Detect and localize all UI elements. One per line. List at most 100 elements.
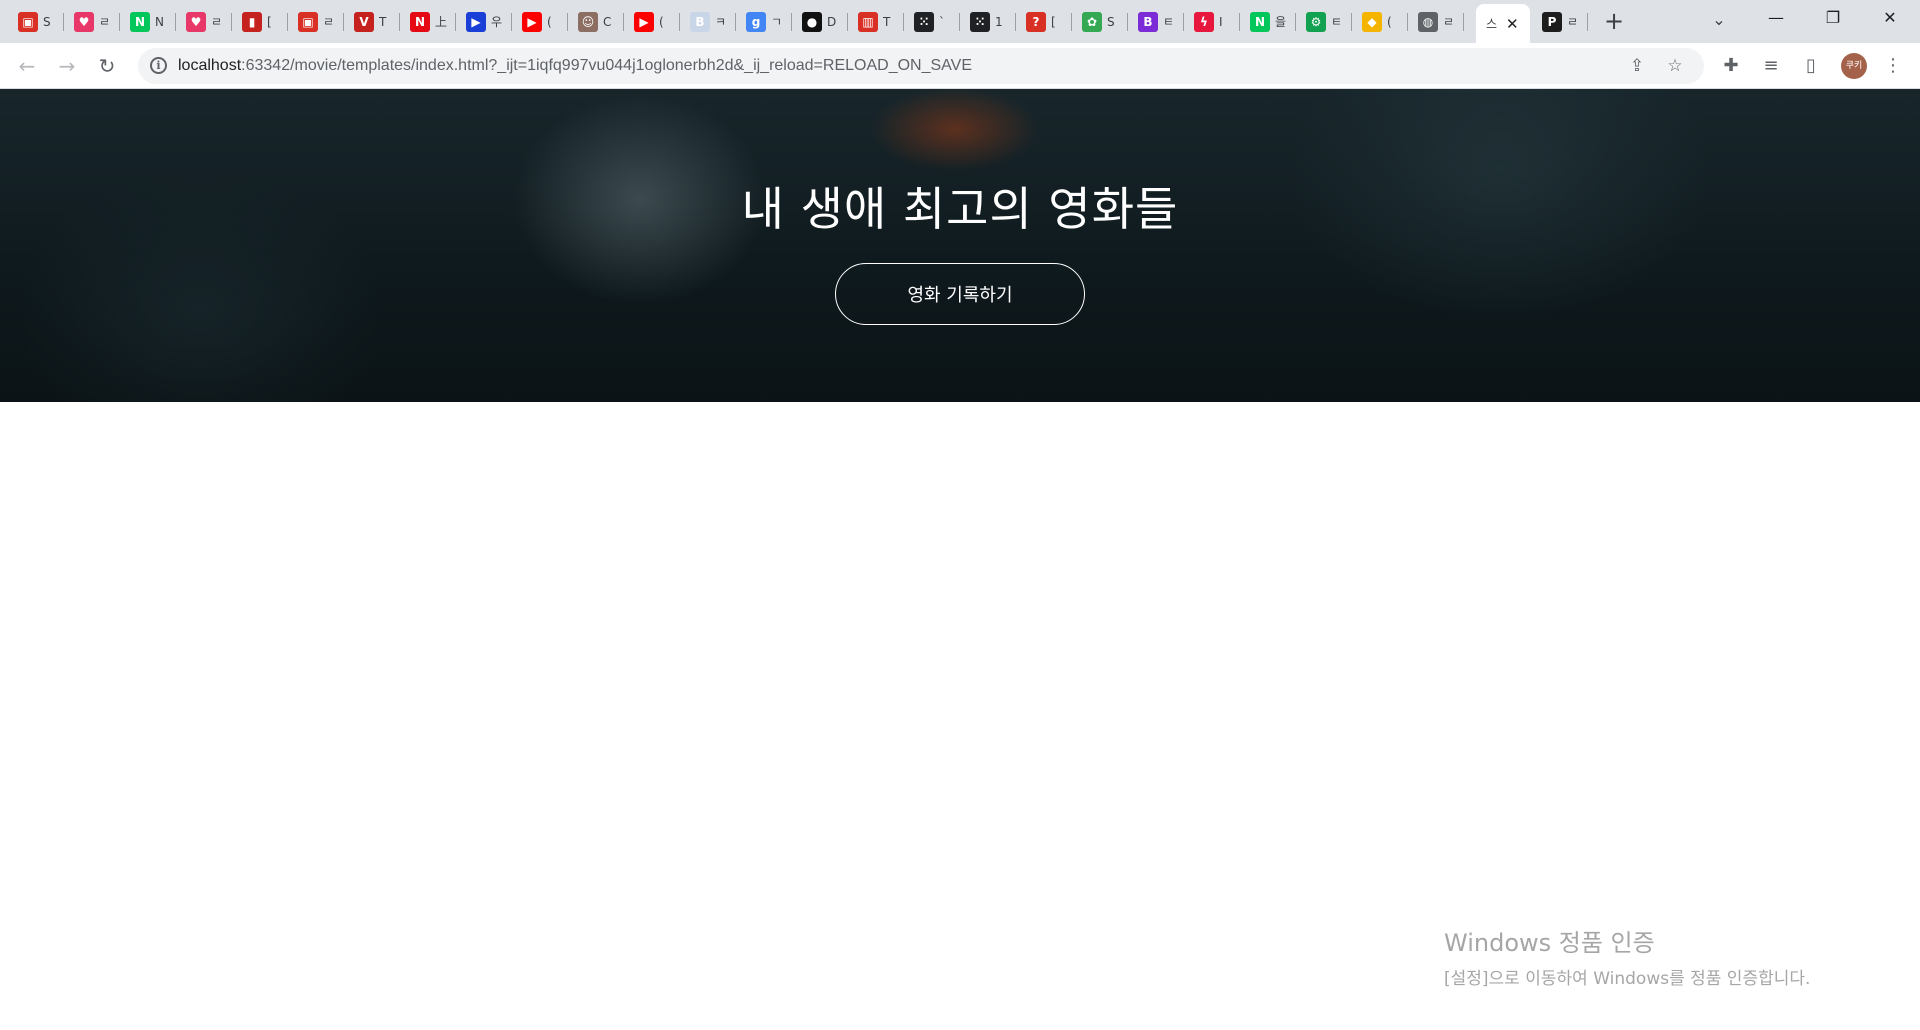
g-logo-icon: g (746, 11, 766, 32)
side-panel-icon[interactable]: ▯ (1798, 53, 1824, 79)
tab-separator (1015, 13, 1016, 31)
tab-separator (399, 13, 400, 31)
tab-search-chevron-icon[interactable]: ⌄ (1705, 6, 1733, 34)
share-icon[interactable]: ⇪ (1626, 55, 1648, 77)
browser-tab[interactable]: ♥ ㄹ (178, 6, 232, 37)
tab-title: 1 (995, 14, 1003, 29)
naver-icon: N (1250, 11, 1270, 32)
youtube-icon: ▶ (522, 11, 542, 32)
browser-tab[interactable]: ◆( (1354, 6, 1408, 37)
tab-title: [ (1051, 14, 1056, 29)
tab-title: 을 (1275, 15, 1287, 29)
browser-tab[interactable]: ▶( (514, 6, 568, 37)
back-button[interactable]: ← (12, 51, 42, 81)
site-info-icon[interactable]: i (150, 57, 167, 74)
pycharm-icon: P (1542, 11, 1562, 32)
browser-tab[interactable]: ⁙ ` (906, 6, 960, 37)
browser-tab[interactable]: ?[ (1018, 6, 1072, 37)
tab-title: S (1107, 14, 1115, 29)
tab-separator (1587, 13, 1588, 31)
browser-tab[interactable]: ⚙ ㅌ (1298, 6, 1352, 37)
tab-separator (287, 13, 288, 31)
menu-kebab-icon[interactable]: ⋮ (1880, 53, 1906, 79)
browser-tab[interactable]: ▶ 우 (458, 6, 512, 37)
browser-tab[interactable]: ▣ S (10, 6, 64, 37)
browser-tab[interactable]: Bㅋ (682, 6, 736, 37)
browser-tab[interactable]: NN (122, 6, 176, 37)
bars-logo-icon: ▥ (858, 11, 878, 32)
close-window-button[interactable]: ✕ (1862, 0, 1918, 36)
portrait-icon: ☺ (578, 11, 598, 32)
profile-avatar[interactable]: 쿠키 (1841, 53, 1867, 79)
question-icon: ? (1026, 11, 1046, 32)
tab-title: ( (547, 14, 552, 29)
browser-tab[interactable]: ▥ T (850, 6, 904, 37)
browser-tab[interactable]: gㄱ (738, 6, 792, 37)
circle-logo-icon: ● (802, 11, 822, 32)
tab-title: ㅋ (715, 15, 727, 29)
browser-tab[interactable]: N上 (402, 6, 456, 37)
box-icon: ◆ (1362, 11, 1382, 32)
browser-tab[interactable]: ✿ S (1074, 6, 1128, 37)
naver-icon: N (130, 11, 150, 32)
browser-tab[interactable]: Pㄹ (1534, 6, 1588, 37)
tab-separator (343, 13, 344, 31)
reload-button[interactable]: ↻ (92, 51, 122, 81)
extensions-puzzle-icon[interactable]: ✚ (1718, 53, 1744, 79)
tab-separator (959, 13, 960, 31)
browser-tab[interactable]: ▣ ㄹ (290, 6, 344, 37)
bookmark-star-icon[interactable]: ☆ (1664, 55, 1686, 77)
hero-title: 내 생애 최고의 영화들 (741, 182, 1179, 236)
new-tab-button[interactable]: + (1598, 6, 1630, 37)
browser-toolbar: ← → ↻ i localhost:63342/movie/templates/… (0, 43, 1920, 89)
browser-tab[interactable]: ⁙ 1 (962, 6, 1016, 37)
v-logo-icon: V (354, 11, 374, 32)
tab-title: D (827, 14, 837, 29)
minimize-button[interactable]: — (1748, 0, 1804, 36)
tab-separator (1239, 13, 1240, 31)
globe-icon: ◍ (1418, 11, 1438, 32)
url-text[interactable]: localhost:63342/movie/templates/index.ht… (178, 57, 972, 75)
green-gear-icon: ⚙ (1306, 11, 1326, 32)
tab-separator (847, 13, 848, 31)
browser-tab[interactable]: ◍ ㄹ (1410, 6, 1464, 37)
tab-title: 上 (435, 15, 448, 29)
tab-separator (511, 13, 512, 31)
tab-title: ㅌ (1163, 15, 1175, 29)
page-viewport: 내 생애 최고의 영화들 영화 기록하기 Windows 정품 인증 [설정]으… (0, 89, 1920, 1030)
tab-title: ( (1387, 14, 1392, 29)
hero-banner: 내 생애 최고의 영화들 영화 기록하기 (0, 89, 1920, 402)
forward-button[interactable]: → (52, 51, 82, 81)
b-logo-icon: B (1138, 11, 1158, 32)
tab-separator (455, 13, 456, 31)
tab-separator (175, 13, 176, 31)
record-movie-button[interactable]: 영화 기록하기 (835, 263, 1085, 325)
browser-tab[interactable]: ● D (794, 6, 848, 37)
active-tab[interactable]: 스 ✕ (1476, 4, 1530, 43)
tab-title: N (155, 14, 164, 29)
tab-separator (1407, 13, 1408, 31)
address-bar[interactable]: i localhost:63342/movie/templates/index.… (138, 48, 1704, 84)
watermark-subtitle: [설정]으로 이동하여 Windows를 정품 인증합니다. (1444, 969, 1811, 989)
tab-title: ㄹ (99, 15, 111, 29)
browser-tab[interactable]: ▮[ (234, 6, 288, 37)
browser-tab[interactable]: ϟI (1186, 6, 1240, 37)
youtube-icon: ▶ (634, 11, 654, 32)
tab-separator (1071, 13, 1072, 31)
netflix-icon: N (410, 11, 430, 32)
browser-tab[interactable]: N을 (1242, 6, 1296, 37)
watermark-title: Windows 정품 인증 (1444, 929, 1655, 957)
windows-activation-watermark: Windows 정품 인증 [설정]으로 이동하여 Windows를 정품 인증… (1444, 923, 1810, 989)
tab-title: T (883, 14, 891, 29)
tab-separator (679, 13, 680, 31)
browser-tab[interactable]: VT (346, 6, 400, 37)
tab-close-icon[interactable]: ✕ (1506, 15, 1519, 33)
browser-tab[interactable]: ▶( (626, 6, 680, 37)
browser-tab[interactable]: ♥ ㄹ (66, 6, 120, 37)
browser-tab[interactable]: Bㅌ (1130, 6, 1184, 37)
tab-title: ` (939, 14, 945, 29)
restore-button[interactable]: ❐ (1805, 0, 1861, 36)
media-queue-icon[interactable]: ≡ (1758, 53, 1784, 79)
browser-tab[interactable]: ☺ C (570, 6, 624, 37)
tab-title: C (603, 14, 612, 29)
